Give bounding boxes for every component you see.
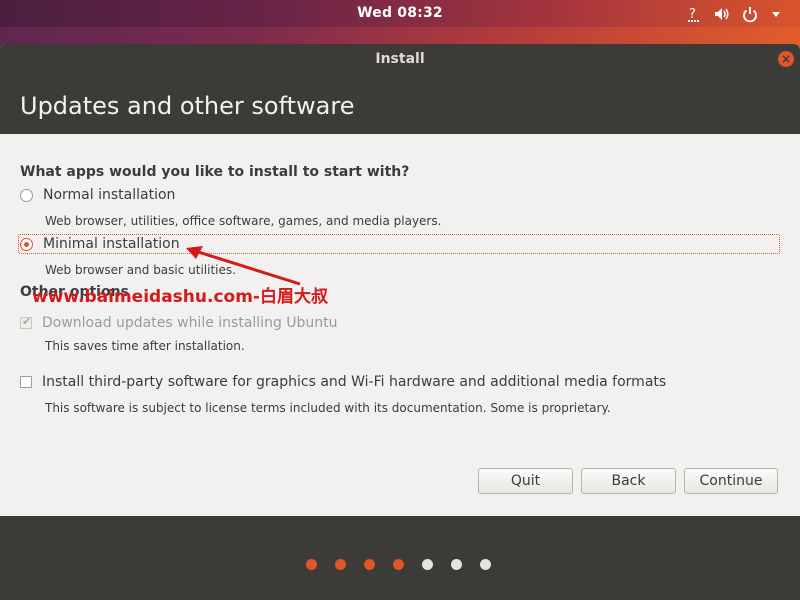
progress-area bbox=[0, 516, 800, 600]
step-progress-dots bbox=[306, 559, 491, 570]
progress-dot bbox=[335, 559, 346, 570]
progress-dot bbox=[422, 559, 433, 570]
progress-dot bbox=[451, 559, 462, 570]
annotation-arrow bbox=[186, 246, 301, 286]
progress-dot bbox=[393, 559, 404, 570]
progress-dot bbox=[364, 559, 375, 570]
progress-dot bbox=[480, 559, 491, 570]
progress-dot bbox=[306, 559, 317, 570]
